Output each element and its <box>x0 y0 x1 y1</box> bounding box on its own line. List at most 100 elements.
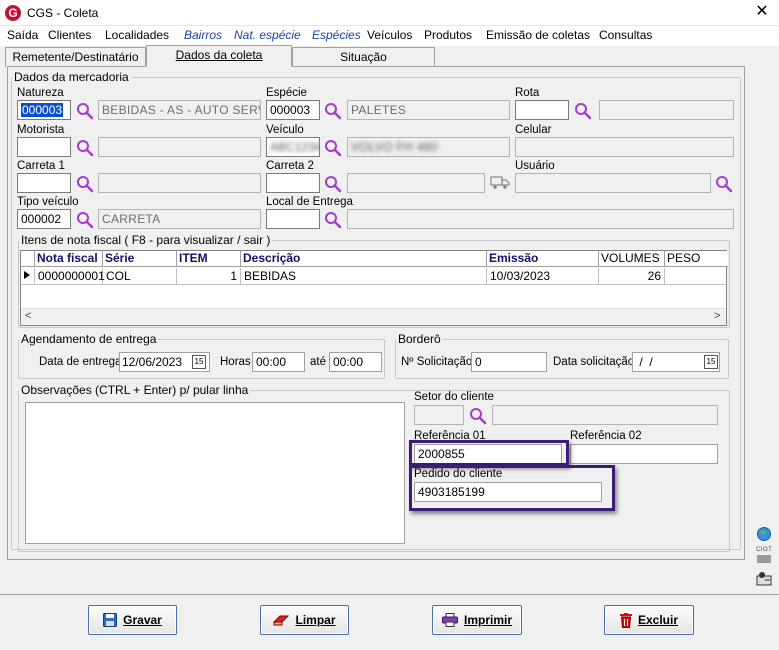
data-solicitacao-calendar-icon[interactable]: 15 <box>704 355 718 369</box>
person-card-icon[interactable] <box>756 570 772 586</box>
carreta2-search-icon[interactable] <box>324 175 342 193</box>
excluir-label: Excluir <box>637 613 679 627</box>
menu-bar: Saída Clientes Localidades Bairros Nat. … <box>0 26 779 46</box>
tipo-veiculo-code-input[interactable]: 000002 <box>17 209 71 229</box>
ate-label: até <box>310 356 326 368</box>
col-peso[interactable]: PESO <box>665 251 728 267</box>
table-cell[interactable]: 10/03/2023 <box>487 268 599 285</box>
referencia02-label: Referência 02 <box>570 430 642 442</box>
data-solicitacao-label: Data solicitação <box>553 356 635 368</box>
table-cell[interactable]: COL <box>103 268 177 285</box>
grid-indicator-header <box>21 251 35 267</box>
table-cell[interactable] <box>665 268 728 285</box>
menu-saida[interactable]: Saída <box>7 28 38 42</box>
veiculo-desc: VOLVO FH 460 <box>347 137 510 157</box>
veiculo-search-icon[interactable] <box>324 139 342 157</box>
table-cell[interactable]: 1 <box>177 268 241 285</box>
pedido-cliente-highlight <box>409 465 615 511</box>
col-serie[interactable]: Série <box>103 251 177 267</box>
menu-especies[interactable]: Espécies <box>312 28 361 42</box>
carreta2-code-input[interactable] <box>266 173 320 193</box>
bordero-legend: Borderô <box>398 332 441 346</box>
celular-input[interactable] <box>515 137 734 157</box>
table-cell[interactable]: 0000000001 <box>35 268 105 285</box>
menu-veiculos[interactable]: Veículos <box>367 28 412 42</box>
menu-clientes[interactable]: Clientes <box>48 28 91 42</box>
natureza-search-icon[interactable] <box>76 102 94 120</box>
observacoes-textarea[interactable] <box>25 402 405 544</box>
rota-search-icon[interactable] <box>574 102 592 120</box>
tab-dados-coleta-label: Dados da coleta <box>175 48 263 62</box>
rota-label: Rota <box>515 87 540 99</box>
veiculo-code-input[interactable]: ABC1234 <box>266 137 320 157</box>
horas-label: Horas <box>220 356 251 368</box>
close-button[interactable]: ✕ <box>748 1 776 23</box>
col-volumes[interactable]: VOLUMES <box>599 251 665 267</box>
tab-dados-coleta[interactable]: Dados da coleta <box>146 45 292 67</box>
natureza-code-input[interactable]: 000003 <box>17 100 71 120</box>
motorista-code-input[interactable] <box>17 137 71 157</box>
solicitacao-input[interactable]: 0 <box>471 352 547 372</box>
tab-panel: Dados da mercadoria Natureza 000003 BEBI… <box>7 66 745 560</box>
tab-situacao[interactable]: Situação <box>292 47 435 67</box>
usuario-search-icon[interactable] <box>715 175 733 193</box>
table-cell[interactable]: BEBIDAS <box>241 268 487 285</box>
scroll-left-button[interactable]: < <box>25 310 31 322</box>
title-bar <box>0 0 779 26</box>
col-nota-fiscal[interactable]: Nota fiscal <box>35 251 103 267</box>
carreta1-desc <box>98 173 261 193</box>
tab-remetente-destinatario[interactable]: Remetente/Destinatário <box>5 47 146 67</box>
carreta1-code-input[interactable] <box>17 173 71 193</box>
referencia02-input[interactable] <box>570 444 718 464</box>
carreta1-search-icon[interactable] <box>76 175 94 193</box>
observacoes-legend: Observações (CTRL + Enter) p/ pular linh… <box>21 383 249 397</box>
veiculo-label: Veículo <box>266 124 304 136</box>
data-entrega-calendar-icon[interactable]: 15 <box>192 355 206 369</box>
menu-localidades[interactable]: Localidades <box>105 28 169 42</box>
scroll-right-button[interactable]: > <box>714 310 720 322</box>
menu-emissao-coletas[interactable]: Emissão de coletas <box>486 28 590 42</box>
especie-code-input[interactable]: 000003 <box>266 100 320 120</box>
app-logo-icon: G <box>5 5 21 21</box>
motorista-search-icon[interactable] <box>76 139 94 157</box>
excluir-button[interactable]: Excluir <box>604 605 694 635</box>
setor-code-input[interactable] <box>414 405 464 425</box>
ciot-icon[interactable] <box>757 555 771 563</box>
menu-produtos[interactable]: Produtos <box>424 28 472 42</box>
truck-icon[interactable] <box>490 174 510 190</box>
setor-search-icon[interactable] <box>469 407 487 425</box>
col-descricao[interactable]: Descrição <box>241 251 487 267</box>
setor-cliente-label: Setor do cliente <box>414 391 494 403</box>
local-entrega-code-input[interactable] <box>266 209 320 229</box>
table-cell[interactable]: 26 <box>599 268 665 285</box>
tipo-veiculo-desc: CARRETA <box>98 209 261 229</box>
imprimir-button[interactable]: Imprimir <box>432 605 522 635</box>
natureza-desc: BEBIDAS - AS - AUTO SERVICO <box>98 100 261 120</box>
row-pointer-icon <box>24 271 30 279</box>
trash-icon <box>619 612 632 628</box>
menu-bairros[interactable]: Bairros <box>184 28 222 42</box>
col-item[interactable]: ITEM <box>177 251 241 267</box>
hora-inicio-input[interactable]: 00:00 <box>252 352 305 372</box>
usuario-input[interactable] <box>515 173 711 193</box>
carreta2-desc <box>347 173 485 193</box>
gravar-button[interactable]: Gravar <box>88 605 177 635</box>
col-emissao[interactable]: Emissão <box>487 251 599 267</box>
rota-code-input[interactable] <box>515 100 569 120</box>
carreta1-label: Carreta 1 <box>17 160 65 172</box>
itens-grid[interactable]: Nota fiscal Série ITEM Descrição Emissão… <box>20 250 728 326</box>
globe-icon[interactable] <box>756 526 772 542</box>
tipo-veiculo-search-icon[interactable] <box>76 211 94 229</box>
especie-search-icon[interactable] <box>324 102 342 120</box>
local-entrega-search-icon[interactable] <box>324 211 342 229</box>
celular-label: Celular <box>515 124 552 136</box>
footer-divider <box>0 594 779 595</box>
local-entrega-desc <box>347 209 734 229</box>
menu-nat-especie[interactable]: Nat. espécie <box>234 28 301 42</box>
horizontal-scrollbar[interactable]: < > <box>21 308 726 325</box>
limpar-button[interactable]: Limpar <box>260 605 349 635</box>
hora-fim-input[interactable]: 00:00 <box>329 352 382 372</box>
solicitacao-label: Nº Solicitação <box>401 356 473 368</box>
menu-consultas[interactable]: Consultas <box>599 28 652 42</box>
local-entrega-label: Local de Entrega <box>266 196 353 208</box>
